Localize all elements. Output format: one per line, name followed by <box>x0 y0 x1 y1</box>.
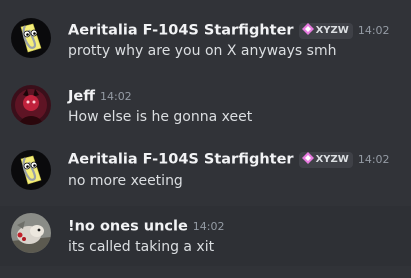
user-avatar[interactable] <box>11 150 51 190</box>
animal-photo-avatar-icon <box>11 213 51 253</box>
username[interactable]: !no ones uncle <box>68 219 188 235</box>
timestamp[interactable]: 14:02 <box>358 22 390 40</box>
chat-message: Aeritalia F-104S Starfighter XYZW 14:02 no… <box>0 138 411 204</box>
user-avatar[interactable] <box>11 18 51 58</box>
username[interactable]: Aeritalia F-104S Starfighter <box>68 23 294 39</box>
server-tag-label: XYZW <box>315 153 349 165</box>
server-tag-label: XYZW <box>315 24 349 36</box>
paperclip-avatar-icon <box>11 150 51 190</box>
timestamp[interactable]: 14:02 <box>100 88 132 106</box>
server-tag[interactable]: XYZW <box>298 151 353 168</box>
diamond-icon <box>301 151 314 164</box>
message-text: no more xeeting <box>68 173 183 189</box>
message-text: its called taking a xit <box>68 239 215 255</box>
user-avatar[interactable] <box>11 85 51 125</box>
chat-message: Jeff 14:02 How else is he gonna xeet <box>0 72 411 138</box>
diamond-icon <box>301 22 314 35</box>
message-header: Jeff 14:02 <box>68 87 132 105</box>
message-text: How else is he gonna xeet <box>68 109 253 125</box>
timestamp[interactable]: 14:02 <box>358 151 390 169</box>
server-tag[interactable]: XYZW <box>298 22 353 39</box>
message-header: Aeritalia F-104S Starfighter XYZW 14:02 <box>68 21 390 39</box>
username[interactable]: Jeff <box>68 89 95 105</box>
paperclip-avatar-icon <box>11 18 51 58</box>
message-text: protty why are you on X anyways smh <box>68 43 337 59</box>
user-avatar[interactable] <box>11 213 51 253</box>
message-header: Aeritalia F-104S Starfighter XYZW 14:02 <box>68 150 390 168</box>
chat-message-list: Aeritalia F-104S Starfighter XYZW 14:02 pr… <box>0 0 411 278</box>
chat-message: !no ones uncle 14:02 its called taking a … <box>0 206 411 266</box>
username[interactable]: Aeritalia F-104S Starfighter <box>68 152 294 168</box>
timestamp[interactable]: 14:02 <box>193 218 225 236</box>
message-header: !no ones uncle 14:02 <box>68 217 225 235</box>
chat-message: Aeritalia F-104S Starfighter XYZW 14:02 pr… <box>0 0 411 72</box>
dark-red-figure-avatar-icon <box>11 85 51 125</box>
